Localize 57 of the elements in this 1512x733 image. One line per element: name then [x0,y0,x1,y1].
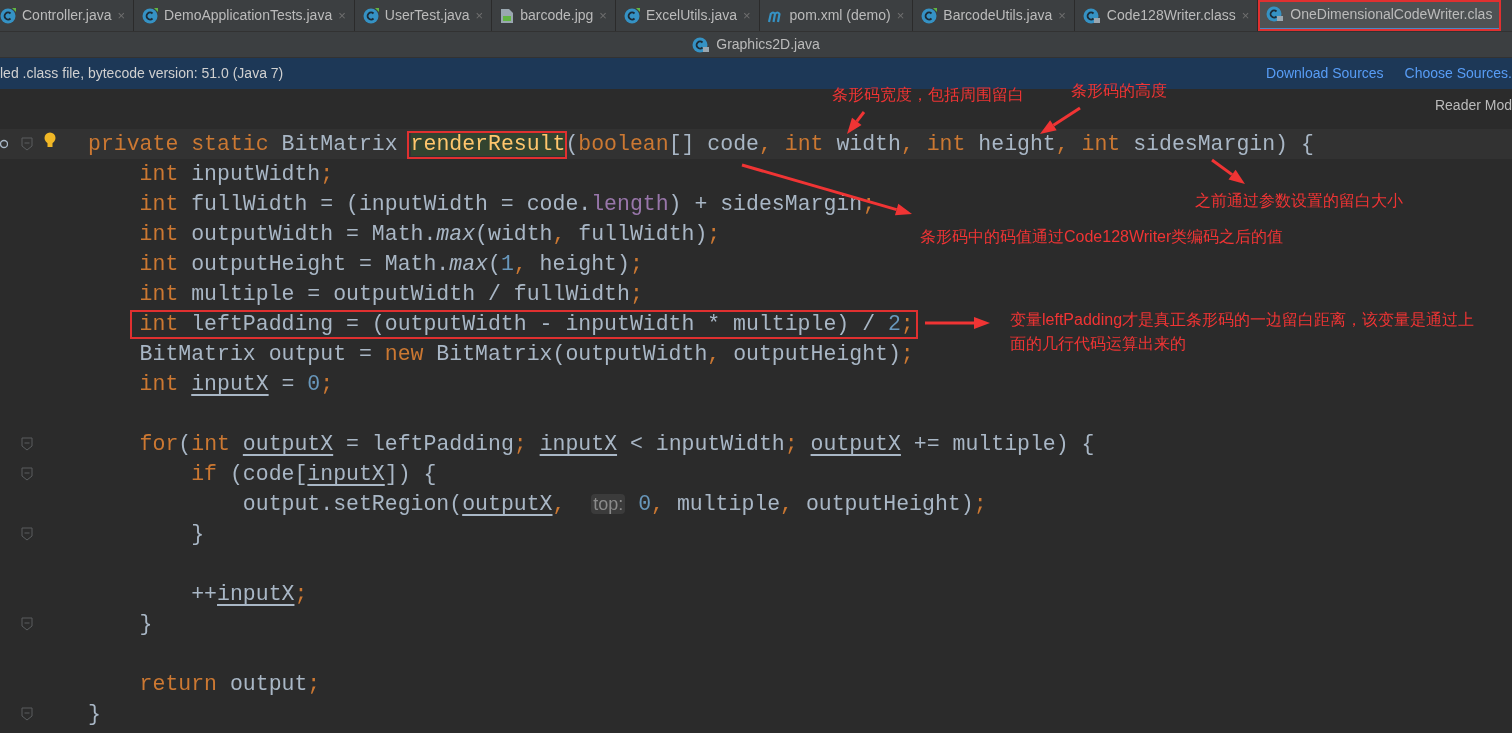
code-line: int fullWidth = (inputWidth = code.length) + sidesMargin; [138,192,876,216]
locked-class-icon [1082,7,1101,24]
editor-tab[interactable]: OneDimensionalCodeWriter.clas [1258,0,1502,31]
editor-tab[interactable]: pom.xml (demo) × [759,0,914,31]
editor-tab[interactable]: DemoApplicationTests.java × [134,0,355,31]
annotation-text: 条形码宽度，包括周围留白 [832,85,1024,105]
locked-class-icon [692,36,711,53]
editor-tab[interactable]: barcode.jpg × [492,0,616,31]
lightbulb-icon[interactable] [44,132,56,149]
fold-marker-icon[interactable] [21,437,33,451]
locked-class-icon [1266,6,1285,22]
maven-icon [767,8,784,23]
banner-link[interactable]: Download Sources [1266,63,1384,84]
class-icon [921,7,938,24]
code-line: } [88,702,101,726]
code-line: int outputHeight = Math.max(1, height); [138,252,643,276]
code-line: return output; [138,672,321,696]
fold-marker-icon[interactable] [21,617,33,631]
code-line: int outputWidth = Math.max(width, fullWidth); [138,222,721,246]
code-line: int leftPadding = (outputWidth - inputWidth * multiple) / 2; [138,312,914,336]
editor-tab[interactable]: Graphics2D.java [684,34,828,55]
code-line: for(int outputX = leftPadding; inputX < inputWidth; outputX += multiple) { [138,432,1095,456]
reader-mode-label[interactable]: Reader Mod [1434,95,1512,116]
code-line: int inputWidth; [138,162,334,186]
editor-tab[interactable]: ExcelUtils.java × [615,0,760,31]
fold-marker-icon[interactable] [21,707,33,721]
class-icon [623,7,640,24]
code-line: } [190,522,205,546]
fold-marker-icon[interactable] [21,467,33,481]
annotation-arrow [1040,106,1081,134]
code-line: } [138,612,153,636]
code-line: ++inputX; [190,582,308,606]
code-line: private static BitMatrix renderResult(boolean[] code, int width, int height, int sidesMargin) { [88,132,1314,156]
code-line: output.setRegion(outputX, top: 0, multiple, outputHeight); [241,492,987,516]
annotation-text: 条形码的高度 [1071,81,1167,101]
annotation-arrow [925,317,990,329]
banner-text: led .class file, bytecode version: 51.0 (Java 7) [0,64,284,83]
code-line: int inputX = 0; [138,372,334,396]
code-line: BitMatrix output = new BitMatrix(outputWidth, outputHeight); [138,342,914,366]
fold-marker-icon[interactable] [21,137,33,151]
code-line: if (code[inputX]) { [190,462,437,486]
banner-link[interactable]: Choose Sources. [1404,63,1512,84]
fold-marker-icon[interactable] [21,527,33,541]
editor-tab[interactable]: UserTest.java × [354,0,493,31]
annotation-arrow [847,111,866,134]
code-line: int multiple = outputWidth / fullWidth; [138,282,643,306]
annotation-text: 变量leftPadding才是真正条形码的一边留白距离，该变量是通过上面的几行代码运算出来的 [1010,310,1476,354]
editor-tab[interactable]: Controller.java × [0,0,135,31]
override-icon [0,137,8,151]
annotation-text: 条形码中的码值通过Code128Writer类编码之后的值 [920,227,1284,247]
annotation-text: 之前通过参数设置的留白大小 [1195,191,1403,211]
class-icon [0,7,16,24]
class-icon [362,7,379,24]
editor-tab[interactable]: BarcodeUtils.java × [913,0,1075,31]
image-file-icon [500,7,515,24]
class-icon [142,7,159,24]
annotation-arrow [1211,158,1245,184]
